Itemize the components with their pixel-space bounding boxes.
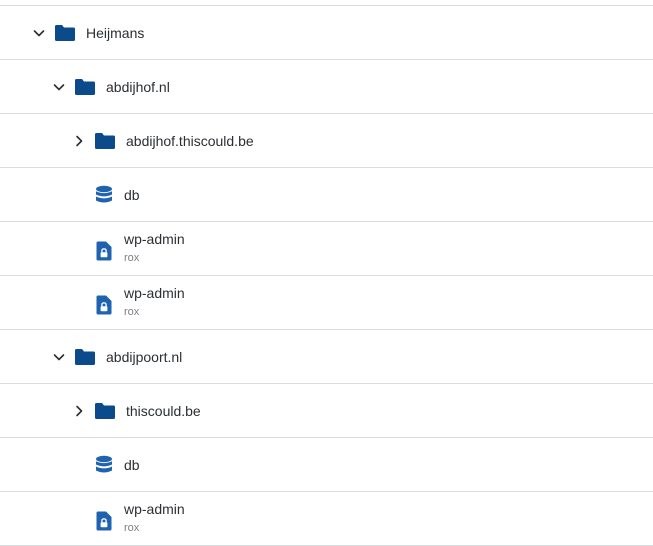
tree-item-label: abdijpoort.nl (106, 348, 183, 365)
database-icon (95, 455, 113, 475)
tree-item-label: wp-admin (124, 285, 185, 301)
tree-item-label: thiscould.be (126, 402, 201, 419)
tree-item-username: rox (124, 306, 140, 318)
tree-row-heijmans[interactable]: Heijmans (0, 5, 653, 59)
folder-icon (94, 402, 116, 420)
folder-icon (54, 24, 76, 42)
tree-row-abdijpoort-db[interactable]: db (0, 437, 653, 491)
tree-item-label: db (124, 456, 140, 473)
tree-item-username: rox (124, 522, 140, 534)
tree-item-username: rox (124, 252, 140, 264)
tree-row-abdijhof[interactable]: abdijhof.nl (0, 59, 653, 113)
tree-item-label: db (124, 186, 140, 203)
tree-item-label: wp-admin (124, 231, 185, 247)
tree-item-label: abdijhof.thiscould.be (126, 132, 254, 149)
lock-file-icon (96, 511, 112, 531)
database-icon (95, 185, 113, 205)
lock-file-icon (96, 241, 112, 261)
folder-icon (74, 348, 96, 366)
chevron-down-icon[interactable] (52, 350, 66, 364)
tree-row-abdijhof-db[interactable]: db (0, 167, 653, 221)
folder-icon (94, 132, 116, 150)
tree-item-label: Heijmans (86, 24, 145, 41)
tree-row-abdijpoort-wpadmin[interactable]: wp-admin rox (0, 491, 653, 546)
chevron-right-icon[interactable] (72, 404, 86, 418)
vault-tree: Heijmans abdijhof.nl abdijhof.thiscould.… (0, 5, 653, 546)
tree-row-abdijhof-wpadmin-1[interactable]: wp-admin rox (0, 221, 653, 275)
tree-row-abdijpoort-thiscould[interactable]: thiscould.be (0, 383, 653, 437)
tree-item-label: abdijhof.nl (106, 78, 170, 95)
tree-item-label: wp-admin (124, 501, 185, 517)
lock-file-icon (96, 295, 112, 315)
chevron-down-icon[interactable] (52, 80, 66, 94)
chevron-down-icon[interactable] (32, 26, 46, 40)
tree-row-abdijpoort[interactable]: abdijpoort.nl (0, 329, 653, 383)
tree-row-abdijhof-wpadmin-2[interactable]: wp-admin rox (0, 275, 653, 329)
chevron-right-icon[interactable] (72, 134, 86, 148)
tree-row-abdijhof-thiscould[interactable]: abdijhof.thiscould.be (0, 113, 653, 167)
folder-icon (74, 78, 96, 96)
